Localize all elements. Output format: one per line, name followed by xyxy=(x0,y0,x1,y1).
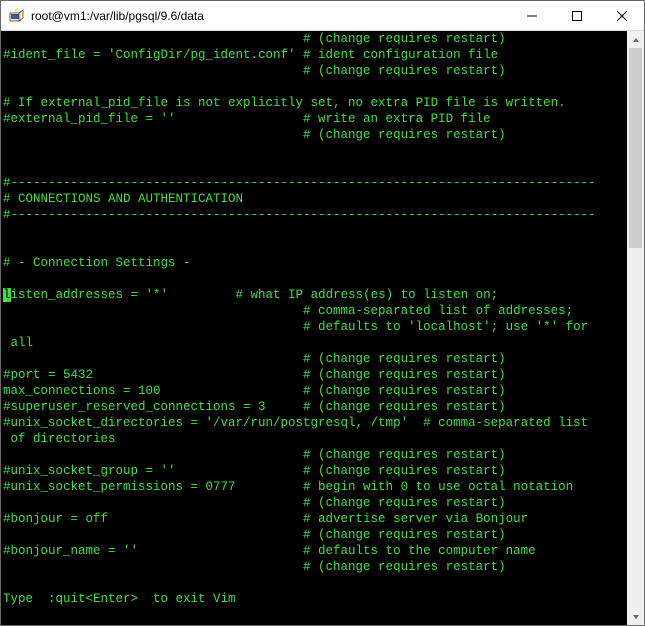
terminal-line: # CONNECTIONS AND AUTHENTICATION xyxy=(3,191,625,207)
titlebar[interactable]: root@vm1:/var/lib/pgsql/9.6/data xyxy=(1,1,644,31)
scroll-up-button[interactable] xyxy=(627,31,644,48)
terminal-line xyxy=(3,159,625,175)
scroll-track[interactable] xyxy=(627,48,644,608)
terminal-line: #superuser_reserved_connections = 3 # (c… xyxy=(3,399,625,415)
window-title: root@vm1:/var/lib/pgsql/9.6/data xyxy=(31,9,509,23)
terminal-line: # (change requires restart) xyxy=(3,63,625,79)
terminal-line: Type :quit<Enter> to exit Vim xyxy=(3,591,625,607)
terminal-area: # (change requires restart)#ident_file =… xyxy=(1,31,644,625)
terminal-line: #unix_socket_permissions = 0777 # begin … xyxy=(3,479,625,495)
terminal-line: max_connections = 100 # (change requires… xyxy=(3,383,625,399)
scrollbar[interactable] xyxy=(627,31,644,625)
terminal-line: #ident_file = 'ConfigDir/pg_ident.conf' … xyxy=(3,47,625,63)
close-button[interactable] xyxy=(599,1,644,30)
terminal-line xyxy=(3,239,625,255)
terminal-line: #port = 5432 # (change requires restart) xyxy=(3,367,625,383)
scroll-down-button[interactable] xyxy=(627,608,644,625)
terminal-text[interactable]: # (change requires restart)#ident_file =… xyxy=(1,31,627,625)
app-window: root@vm1:/var/lib/pgsql/9.6/data # (chan… xyxy=(0,0,645,626)
terminal-line: # - Connection Settings - xyxy=(3,255,625,271)
terminal-line: # (change requires restart) xyxy=(3,127,625,143)
terminal-line: # (change requires restart) xyxy=(3,447,625,463)
terminal-line xyxy=(3,143,625,159)
terminal-line: # defaults to 'localhost'; use '*' for xyxy=(3,319,625,335)
terminal-line: # comma-separated list of addresses; xyxy=(3,303,625,319)
terminal-line: # (change requires restart) xyxy=(3,559,625,575)
window-controls xyxy=(509,1,644,30)
terminal-line: #unix_socket_directories = '/var/run/pos… xyxy=(3,415,625,431)
terminal-line xyxy=(3,271,625,287)
scroll-thumb[interactable] xyxy=(629,48,642,248)
terminal-line: #bonjour = off # advertise server via Bo… xyxy=(3,511,625,527)
terminal-line: #unix_socket_group = '' # (change requir… xyxy=(3,463,625,479)
terminal-line: #bonjour_name = '' # defaults to the com… xyxy=(3,543,625,559)
terminal-line: all xyxy=(3,335,625,351)
terminal-line xyxy=(3,575,625,591)
terminal-line: #---------------------------------------… xyxy=(3,207,625,223)
terminal-line: # (change requires restart) xyxy=(3,527,625,543)
terminal-line: of directories xyxy=(3,431,625,447)
terminal-line: listen_addresses = '*' # what IP address… xyxy=(3,287,625,303)
terminal-line: # If external_pid_file is not explicitly… xyxy=(3,95,625,111)
terminal-line xyxy=(3,79,625,95)
minimize-button[interactable] xyxy=(509,1,554,30)
maximize-button[interactable] xyxy=(554,1,599,30)
putty-icon xyxy=(9,8,25,24)
terminal-line: # (change requires restart) xyxy=(3,351,625,367)
terminal-line xyxy=(3,223,625,239)
terminal-line: #external_pid_file = '' # write an extra… xyxy=(3,111,625,127)
terminal-line: # (change requires restart) xyxy=(3,495,625,511)
terminal-line: #---------------------------------------… xyxy=(3,175,625,191)
cursor: l xyxy=(3,288,11,302)
terminal-line: # (change requires restart) xyxy=(3,31,625,47)
